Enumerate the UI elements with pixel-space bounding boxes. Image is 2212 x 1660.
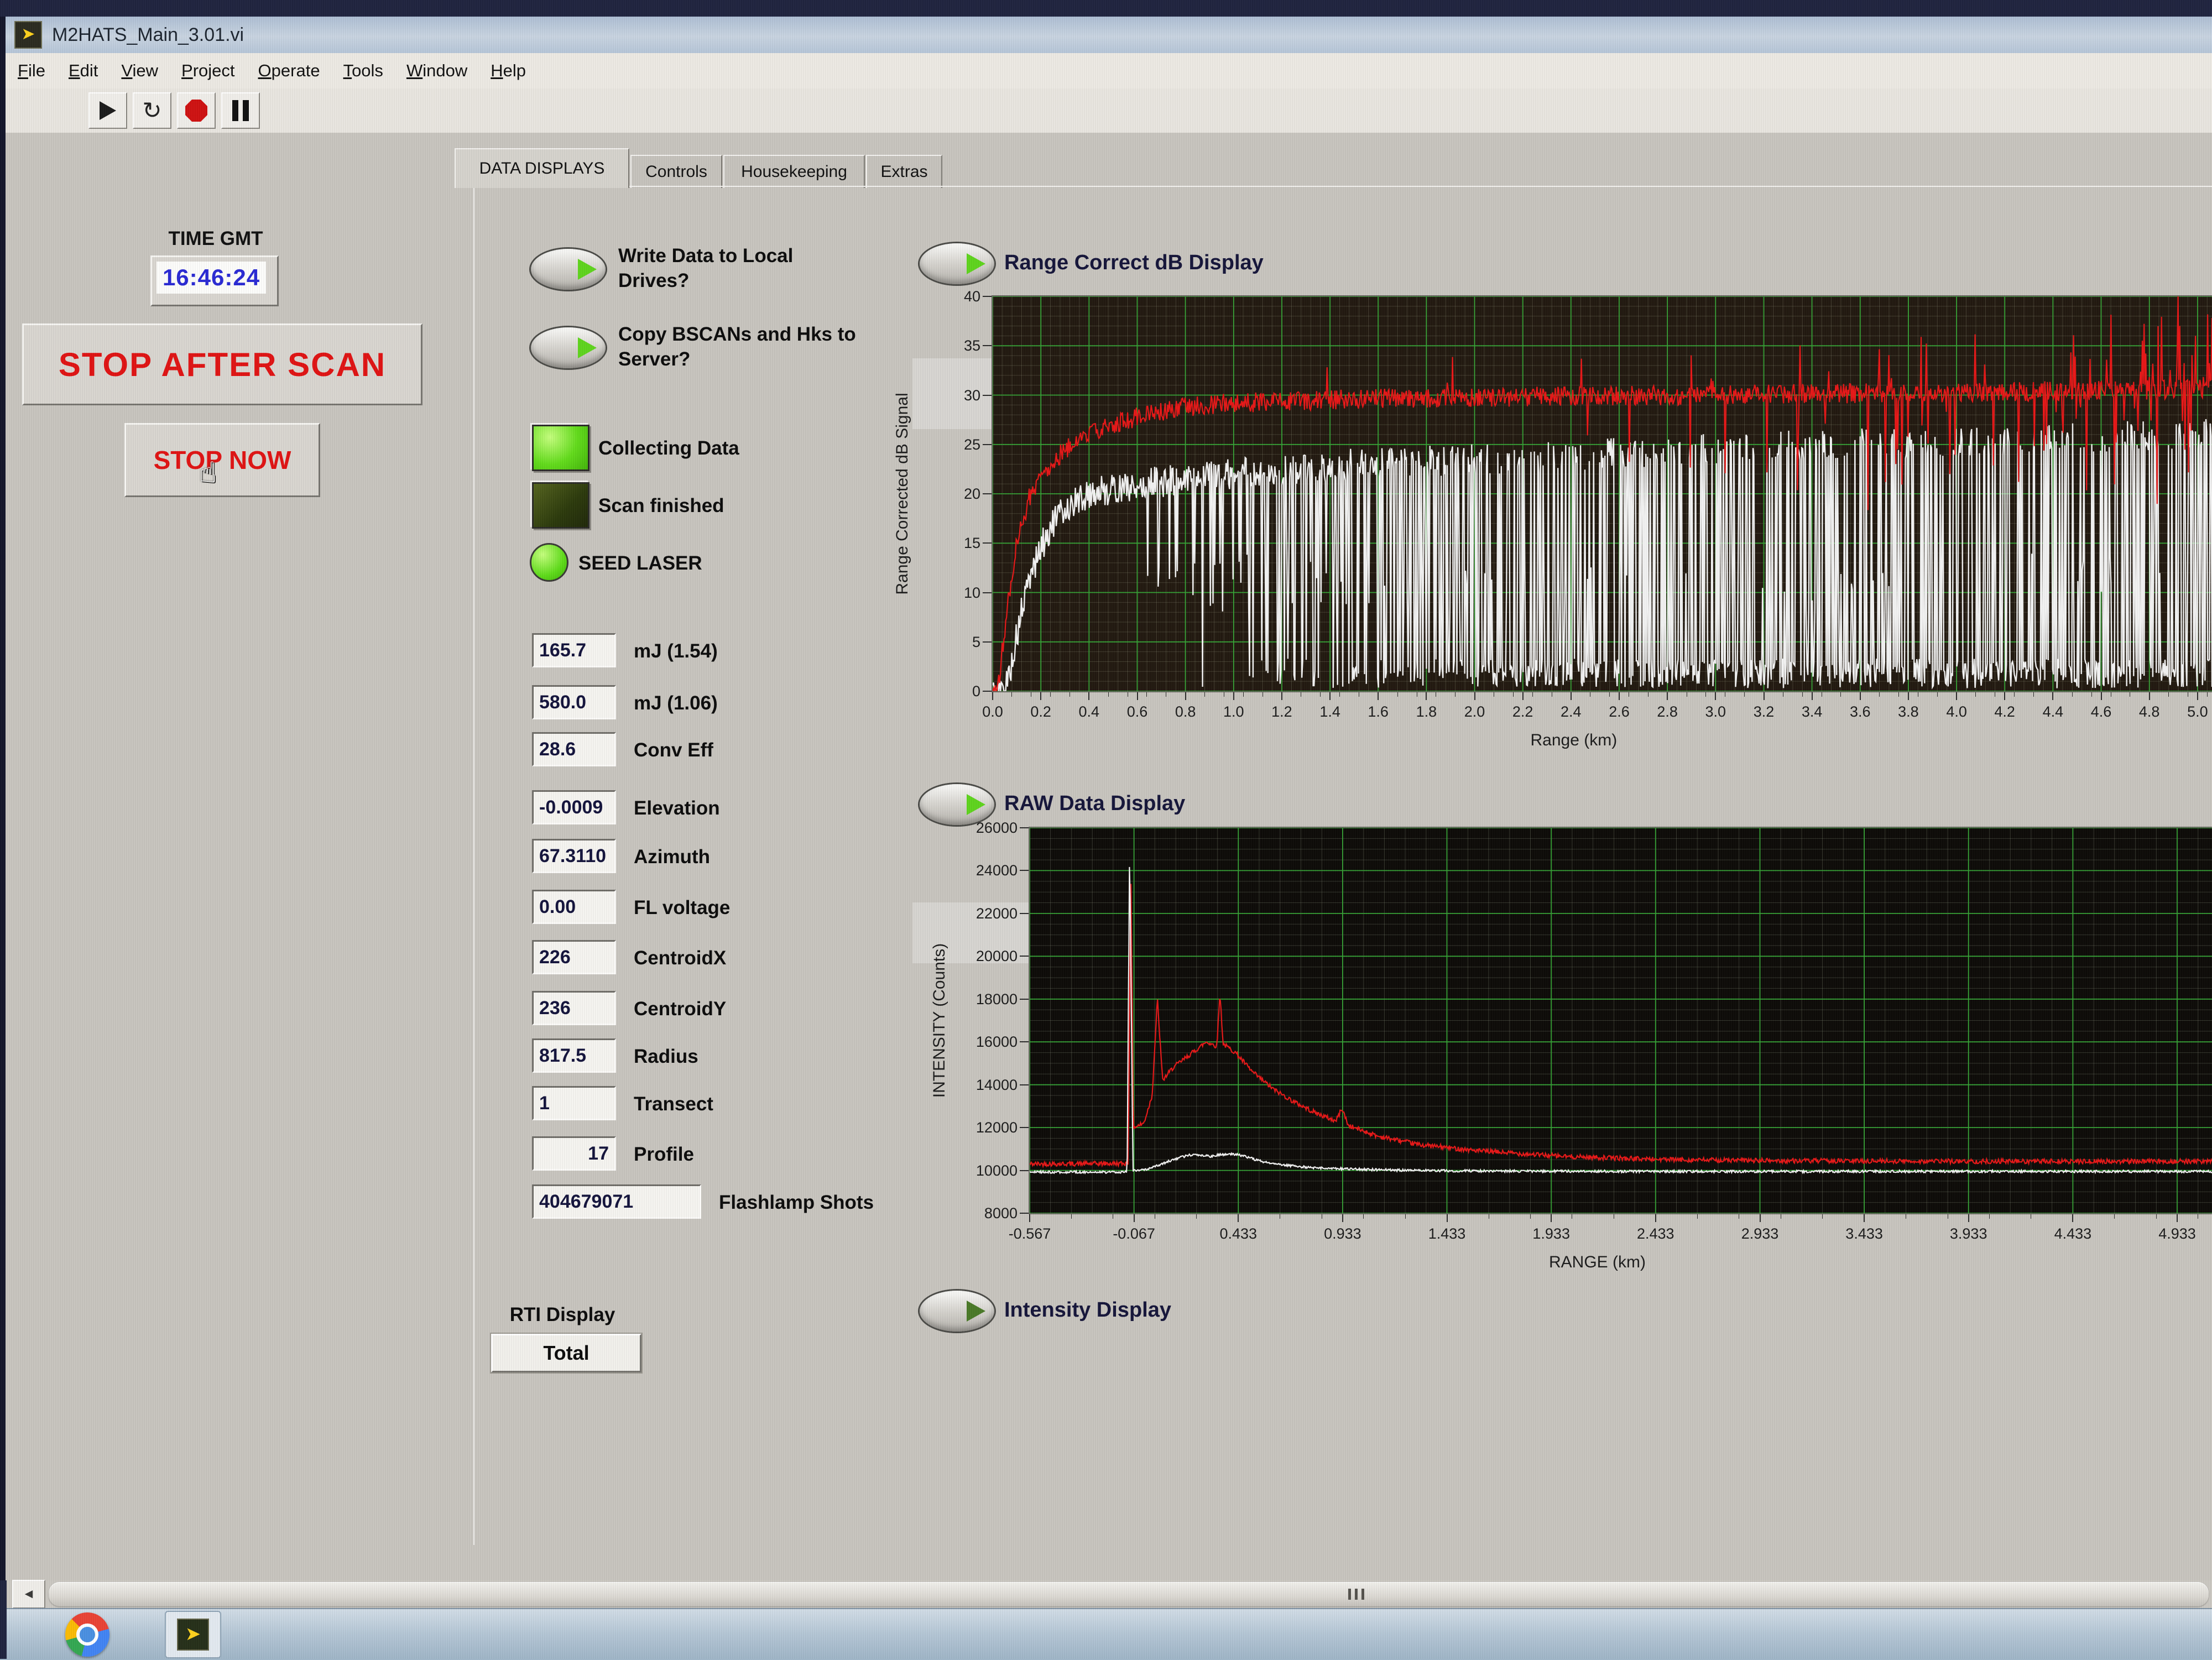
menu-help[interactable]: Help (491, 61, 526, 81)
fl-voltage-label: FL voltage (634, 897, 730, 919)
title-bar: ➤ M2HATS_Main_3.01.vi (6, 17, 2212, 54)
mj106-value: 580.0 (532, 685, 616, 719)
pause-button[interactable] (221, 92, 260, 129)
tab-controls[interactable]: Controls (630, 155, 722, 188)
abort-button[interactable] (177, 92, 216, 129)
mj106-label: mJ (1.06) (634, 692, 718, 714)
conv-eff-value: 28.6 (532, 732, 616, 766)
toolbar: ↻ (6, 88, 2212, 134)
write-data-switch[interactable] (531, 249, 606, 290)
labview-taskbar-button[interactable]: ➤ (165, 1611, 221, 1658)
write-data-label: Write Data to Local Drives? (618, 243, 851, 293)
time-gmt-label: TIME GMT (144, 228, 288, 250)
centroidy-label: CentroidY (634, 998, 726, 1020)
radius-value: 817.5 (532, 1038, 616, 1073)
range-correct-db-chart: 0.00.20.40.60.81.01.21.41.61.82.02.22.42… (993, 296, 2212, 691)
transect-label: Transect (634, 1093, 713, 1115)
switch-arrow-icon (967, 794, 985, 815)
range-correct-header: Range Correct dB Display (1004, 251, 1264, 275)
scrollbar-grip[interactable] (1348, 1589, 1364, 1600)
monitor-bezel-left (0, 1580, 7, 1659)
raw-data-header: RAW Data Display (1004, 792, 1185, 816)
window-title: M2HATS_Main_3.01.vi (52, 24, 244, 46)
y-axis-title: Range Corrected dB Signal (893, 296, 912, 691)
tab-extras[interactable]: Extras (866, 155, 942, 188)
switch-arrow-icon (967, 253, 985, 274)
azimuth-value: 67.3110 (532, 839, 616, 873)
flashlamp-shots-label: Flashlamp Shots (719, 1192, 874, 1214)
scroll-left-button[interactable]: ◄ (12, 1580, 45, 1609)
scan-finished-led (532, 482, 589, 529)
tab-data-displays[interactable]: DATA DISPLAYS (455, 148, 629, 188)
run-continuous-button[interactable]: ↻ (133, 92, 171, 129)
time-gmt-display: 16:46:24 (150, 255, 279, 306)
pause-icon (232, 100, 249, 121)
stop-after-scan-button[interactable]: STOP AFTER SCAN (22, 323, 422, 405)
collecting-data-led (532, 425, 589, 471)
mj154-label: mJ (1.54) (634, 640, 718, 662)
raw-data-chart: -0.567-0.0670.4330.9331.4331.9332.4332.9… (1030, 828, 2212, 1213)
azimuth-label: Azimuth (634, 846, 710, 868)
scrollbar-track[interactable] (49, 1582, 2209, 1606)
elevation-value: -0.0009 (532, 790, 616, 824)
chrome-icon[interactable] (65, 1612, 109, 1657)
intensity-display-toggle[interactable] (920, 1291, 994, 1332)
continuous-run-icon: ↻ (142, 99, 161, 122)
range-correct-toggle[interactable] (920, 243, 994, 284)
run-button[interactable] (88, 92, 127, 129)
taskbar: ➤ (0, 1608, 2212, 1660)
tab-housekeeping[interactable]: Housekeeping (723, 155, 865, 188)
switch-arrow-icon (578, 337, 597, 358)
profile-label: Profile (634, 1144, 694, 1166)
fl-voltage-value: 0.00 (532, 890, 616, 924)
run-arrow-icon (100, 101, 116, 120)
rti-display-select[interactable]: Total (491, 1334, 641, 1372)
labview-vi-icon: ➤ (14, 21, 42, 49)
centroidx-value: 226 (532, 940, 616, 974)
y-axis-title: INTENSITY (Counts) (930, 828, 949, 1213)
x-axis-title: RANGE (km) (1549, 1253, 1646, 1272)
centroidx-label: CentroidX (634, 947, 726, 969)
menu-view[interactable]: View (121, 61, 158, 81)
monitor-bezel-top (0, 0, 2212, 17)
conv-eff-label: Conv Eff (634, 739, 713, 761)
copy-bscans-switch[interactable] (531, 327, 606, 368)
radius-label: Radius (634, 1046, 698, 1068)
front-panel: DATA DISPLAYS Controls Housekeeping Extr… (6, 133, 2212, 1580)
menu-operate[interactable]: Operate (258, 61, 320, 81)
time-gmt-value: 16:46:24 (163, 264, 260, 291)
hand-cursor-icon: ☝ (199, 456, 217, 489)
switch-arrow-icon (578, 259, 597, 280)
transect-value: 1 (532, 1086, 616, 1120)
copy-bscans-label: Copy BSCANs and Hks to Server? (618, 322, 862, 372)
menu-bar: File Edit View Project Operate Tools Win… (6, 53, 2212, 89)
seed-laser-led (530, 543, 568, 582)
menu-tools[interactable]: Tools (343, 61, 383, 81)
x-axis-title: Range (km) (1531, 731, 1618, 750)
collecting-data-label: Collecting Data (598, 436, 739, 461)
intensity-display-header: Intensity Display (1004, 1298, 1171, 1322)
rti-display-label: RTI Display (482, 1304, 643, 1326)
menu-edit[interactable]: Edit (69, 61, 98, 81)
menu-file[interactable]: File (18, 61, 45, 81)
raw-data-toggle[interactable] (920, 784, 994, 825)
centroidy-value: 236 (532, 991, 616, 1025)
mj154-value: 165.7 (532, 633, 616, 667)
abort-octagon-icon (185, 100, 207, 122)
profile-value: 17 (532, 1136, 616, 1171)
elevation-label: Elevation (634, 797, 720, 819)
scan-finished-label: Scan finished (598, 493, 724, 518)
scroll-left-icon: ◄ (22, 1586, 35, 1602)
menu-window[interactable]: Window (406, 61, 467, 81)
menu-project[interactable]: Project (181, 61, 235, 81)
switch-arrow-icon (967, 1301, 985, 1322)
seed-laser-label: SEED LASER (578, 551, 702, 576)
stop-now-button[interactable]: STOP NOW (124, 423, 320, 497)
flashlamp-shots-value: 404679071 (532, 1184, 701, 1219)
labview-icon: ➤ (177, 1619, 209, 1651)
horizontal-scrollbar: ◄ (6, 1580, 2212, 1608)
